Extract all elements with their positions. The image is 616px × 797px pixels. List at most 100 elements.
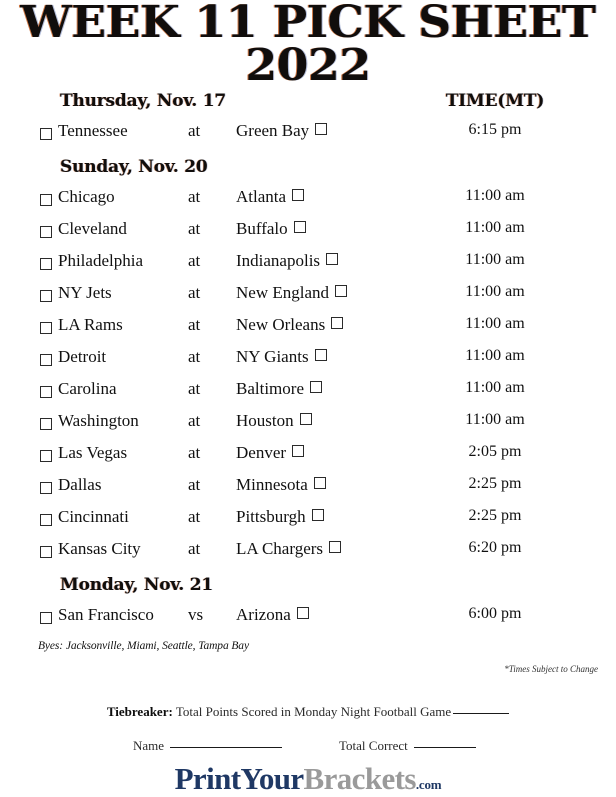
pick-sheet-body: Thursday, Nov. 17 TIME(MT) Tennessee at Gree… [0, 91, 616, 637]
total-correct-label: Total Correct [339, 738, 408, 753]
home-team-name: Buffalo [236, 219, 288, 239]
away-team-checkbox[interactable] [40, 546, 52, 559]
away-team-name: Cincinnati [58, 507, 129, 527]
printyourbrackets-logo[interactable]: PrintYourBrackets.com [0, 763, 616, 794]
home-team-name: New Orleans [236, 315, 326, 335]
day-header: Monday, Nov. 21 [0, 575, 616, 605]
matchup: LA Rams at New Orleans [58, 315, 344, 335]
time-column-header: TIME(MT) [445, 91, 545, 112]
title-line-1: WEEK 11 PICK SHEET [20, 0, 596, 48]
game-time: 11:00 am [465, 411, 525, 429]
away-team-checkbox[interactable] [40, 450, 52, 463]
tiebreaker-input-line[interactable] [453, 713, 510, 714]
away-team-name: Washington [58, 411, 139, 431]
game-row: Kansas City at LA Chargers 6:20 pm [0, 539, 616, 571]
home-team-name: Baltimore [236, 379, 304, 399]
home-team-checkbox[interactable] [326, 253, 339, 266]
away-team-checkbox[interactable] [40, 194, 52, 207]
total-correct-input-line[interactable] [413, 747, 476, 748]
day-header: Thursday, Nov. 17 TIME(MT) [0, 91, 616, 121]
game-row: Dallas at Minnesota 2:25 pm [0, 475, 616, 507]
home-team-name: Denver [236, 443, 287, 463]
home-team-checkbox[interactable] [309, 381, 322, 394]
away-team-checkbox[interactable] [40, 386, 52, 399]
home-team-checkbox[interactable] [311, 509, 324, 522]
matchup: NY Jets at New England [58, 283, 348, 303]
home-team-checkbox[interactable] [331, 317, 344, 330]
matchup-separator: at [188, 443, 201, 463]
game-time: 6:00 pm [468, 605, 522, 623]
day-header-label: Sunday, Nov. 20 [60, 157, 208, 178]
home-team-checkbox[interactable] [293, 221, 306, 234]
times-subject-to-change-note: *Times Subject to Change [504, 664, 598, 674]
away-team-checkbox[interactable] [40, 612, 52, 625]
matchup-separator: at [188, 475, 201, 495]
matchup-separator: vs [188, 605, 204, 625]
home-team-checkbox[interactable] [315, 123, 328, 136]
game-time: 11:00 am [465, 219, 525, 237]
game-time: 11:00 am [465, 187, 525, 205]
title-line-2: 2022 [245, 39, 371, 91]
name-input-line[interactable] [170, 747, 283, 748]
matchup-separator: at [188, 315, 201, 335]
away-team-name: Detroit [58, 347, 107, 367]
away-team-checkbox[interactable] [40, 290, 52, 303]
away-team-checkbox[interactable] [40, 514, 52, 527]
home-team-checkbox[interactable] [314, 349, 327, 362]
matchup-separator: at [188, 507, 201, 527]
matchup: Cleveland at Buffalo [58, 219, 306, 239]
game-time: 11:00 am [465, 379, 525, 397]
home-team-name: Minnesota [236, 475, 308, 495]
away-team-name: Tennessee [58, 121, 128, 141]
logo-part-print-your: PrintYour [174, 761, 305, 796]
home-team-checkbox[interactable] [292, 445, 305, 458]
home-team-checkbox[interactable] [313, 477, 326, 490]
game-time: 6:20 pm [468, 539, 522, 557]
matchup-separator: at [188, 539, 201, 559]
matchup-separator: at [188, 283, 201, 303]
matchup: Tennessee at Green Bay [58, 121, 328, 141]
away-team-checkbox[interactable] [40, 354, 52, 367]
away-team-checkbox[interactable] [40, 128, 52, 141]
home-team-checkbox[interactable] [296, 607, 309, 620]
away-team-checkbox[interactable] [40, 226, 52, 239]
away-team-name: Philadelphia [58, 251, 143, 271]
matchup: Washington at Houston [58, 411, 312, 431]
home-team-name: Arizona [236, 605, 291, 625]
away-team-name: Carolina [58, 379, 117, 399]
away-team-checkbox[interactable] [40, 482, 52, 495]
away-team-checkbox[interactable] [40, 418, 52, 431]
logo-part-com: .com [415, 777, 442, 792]
game-time: 2:25 pm [468, 475, 522, 493]
tiebreaker-text: Total Points Scored in Monday Night Foot… [175, 704, 452, 719]
home-team-checkbox[interactable] [292, 189, 305, 202]
game-row: Cincinnati at Pittsburgh 2:25 pm [0, 507, 616, 539]
matchup: Detroit at NY Giants [58, 347, 327, 367]
total-correct-field: Total Correct [339, 738, 476, 754]
game-row: Las Vegas at Denver 2:05 pm [0, 443, 616, 475]
away-team-checkbox[interactable] [40, 258, 52, 271]
matchup: San Francisco vs Arizona [58, 605, 309, 625]
home-team-checkbox[interactable] [335, 285, 348, 298]
home-team-checkbox[interactable] [299, 413, 312, 426]
home-team-name: Pittsburgh [236, 507, 306, 527]
matchup: Carolina at Baltimore [58, 379, 322, 399]
byes-note: Byes: Jacksonville, Miami, Seattle, Tamp… [38, 640, 249, 652]
name-field: Name [133, 738, 283, 754]
tiebreaker-row: Tiebreaker: Total Points Scored in Monda… [0, 704, 616, 720]
game-row: Cleveland at Buffalo 11:00 am [0, 219, 616, 251]
game-row: Philadelphia at Indianapolis 11:00 am [0, 251, 616, 283]
away-team-name: Las Vegas [58, 443, 128, 463]
game-row: Carolina at Baltimore 11:00 am [0, 379, 616, 411]
matchup: Dallas at Minnesota [58, 475, 326, 495]
home-team-name: LA Chargers [236, 539, 324, 559]
home-team-checkbox[interactable] [329, 541, 342, 554]
matchup-separator: at [188, 411, 201, 431]
matchup: Chicago at Atlanta [58, 187, 305, 207]
matchup-separator: at [188, 187, 201, 207]
game-row: Detroit at NY Giants 11:00 am [0, 347, 616, 379]
day-header-label: Monday, Nov. 21 [60, 575, 214, 596]
name-label: Name [133, 738, 165, 753]
game-row: LA Rams at New Orleans 11:00 am [0, 315, 616, 347]
away-team-checkbox[interactable] [40, 322, 52, 335]
